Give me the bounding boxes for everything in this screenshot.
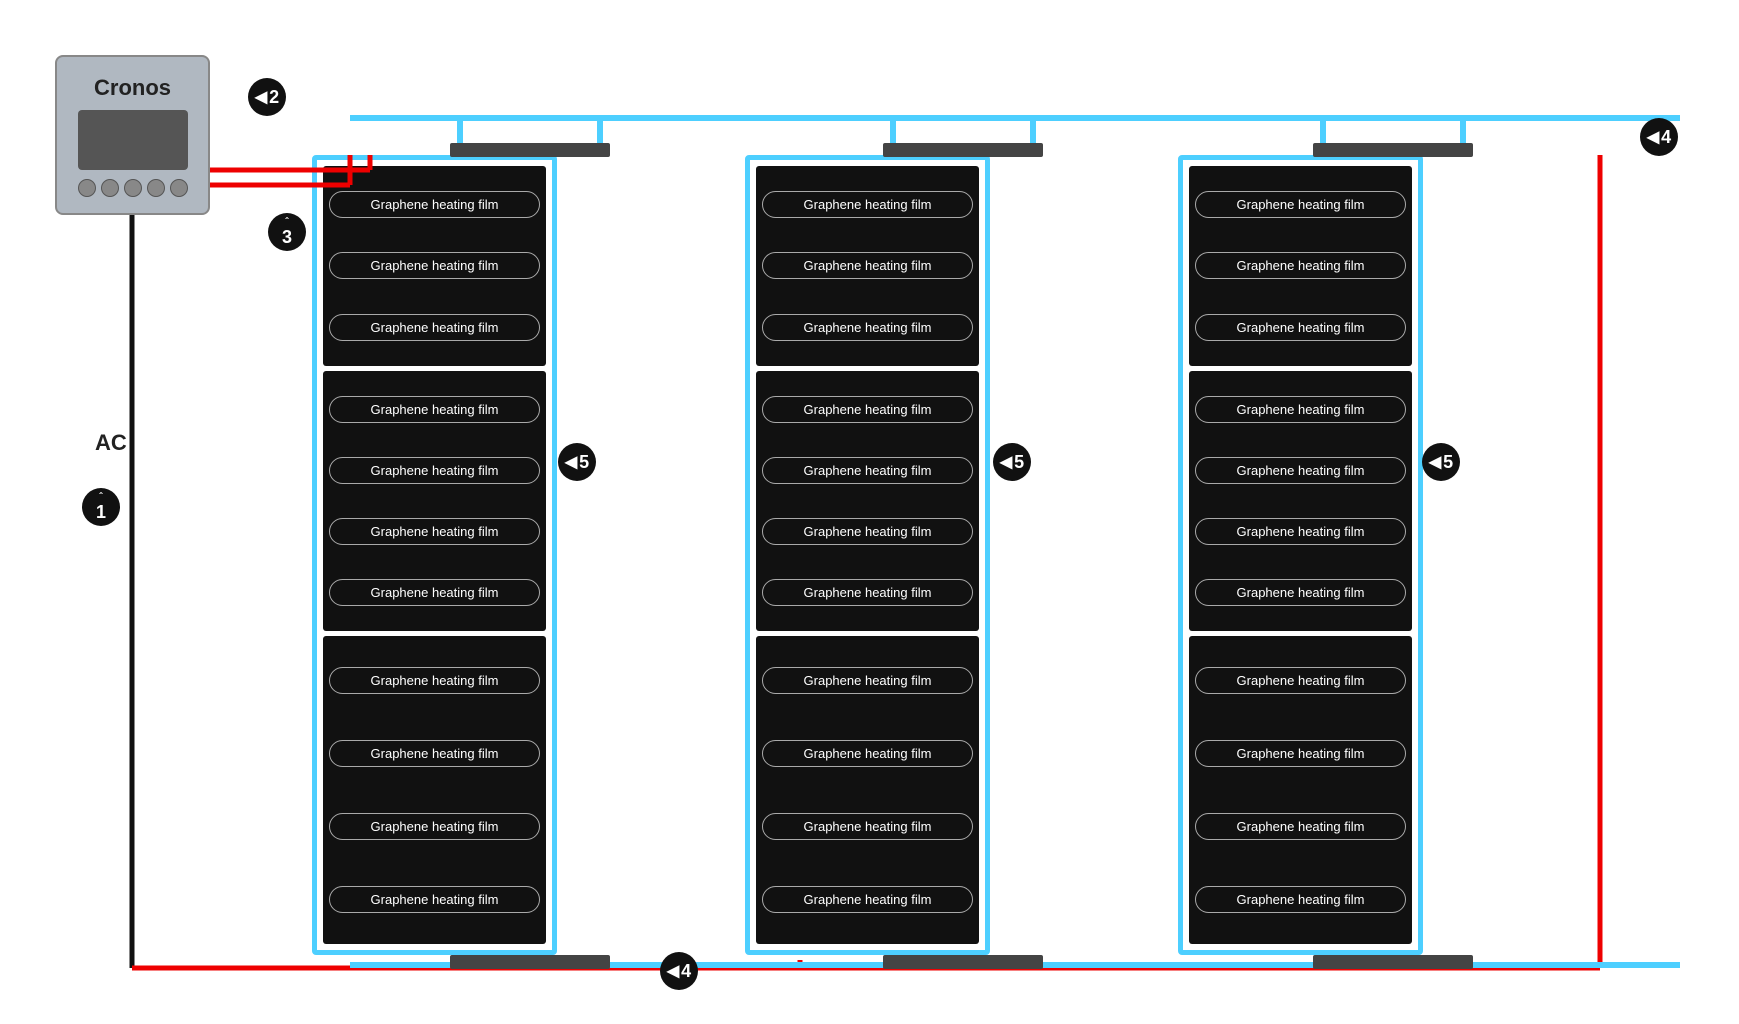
film-label: Graphene heating film bbox=[329, 314, 540, 341]
panel-col1-sec1: Graphene heating film Graphene heating f… bbox=[323, 166, 546, 366]
badge-3: ̂ 3 bbox=[268, 213, 306, 251]
badge-2: ◀ 2 bbox=[248, 78, 286, 116]
ac-label: AC bbox=[95, 430, 127, 456]
film-label: Graphene heating film bbox=[1195, 886, 1406, 913]
film-label: Graphene heating film bbox=[762, 252, 973, 279]
film-label: Graphene heating film bbox=[1195, 396, 1406, 423]
badge-5-col3: ◀ 5 bbox=[1422, 443, 1460, 481]
film-label: Graphene heating film bbox=[762, 518, 973, 545]
film-label: Graphene heating film bbox=[329, 457, 540, 484]
panel-column-2: Graphene heating film Graphene heating f… bbox=[745, 155, 990, 955]
film-label: Graphene heating film bbox=[329, 813, 540, 840]
cronos-controller: Cronos bbox=[55, 55, 210, 215]
panel-col1-sec3: Graphene heating film Graphene heating f… bbox=[323, 636, 546, 944]
film-label: Graphene heating film bbox=[329, 252, 540, 279]
film-label: Graphene heating film bbox=[762, 191, 973, 218]
film-label: Graphene heating film bbox=[329, 740, 540, 767]
film-label: Graphene heating film bbox=[762, 457, 973, 484]
cronos-btn-3 bbox=[124, 179, 142, 197]
film-label: Graphene heating film bbox=[329, 191, 540, 218]
badge-5-col2: ◀ 5 bbox=[993, 443, 1031, 481]
film-label: Graphene heating film bbox=[762, 813, 973, 840]
cronos-brand: Cronos bbox=[94, 75, 171, 101]
panel-col3-sec1: Graphene heating film Graphene heating f… bbox=[1189, 166, 1412, 366]
film-label: Graphene heating film bbox=[329, 886, 540, 913]
film-label: Graphene heating film bbox=[329, 518, 540, 545]
badge-1: ̂ 1 bbox=[82, 488, 120, 526]
film-label: Graphene heating film bbox=[762, 667, 973, 694]
panel-col3-sec2: Graphene heating film Graphene heating f… bbox=[1189, 371, 1412, 631]
diagram-container: Cronos AC ̂ 1 ◀ 2 ̂ 3 ◀ bbox=[0, 0, 1739, 1024]
film-label: Graphene heating film bbox=[1195, 740, 1406, 767]
panel-col1-sec2: Graphene heating film Graphene heating f… bbox=[323, 371, 546, 631]
film-label: Graphene heating film bbox=[762, 579, 973, 606]
panel-col2-sec3: Graphene heating film Graphene heating f… bbox=[756, 636, 979, 944]
film-label: Graphene heating film bbox=[762, 396, 973, 423]
film-label: Graphene heating film bbox=[762, 886, 973, 913]
film-label: Graphene heating film bbox=[1195, 191, 1406, 218]
cronos-btn-5 bbox=[170, 179, 188, 197]
panel-column-1: Graphene heating film Graphene heating f… bbox=[312, 155, 557, 955]
film-label: Graphene heating film bbox=[1195, 579, 1406, 606]
cronos-screen bbox=[78, 110, 188, 170]
cronos-btn-2 bbox=[101, 179, 119, 197]
panel-col2-sec1: Graphene heating film Graphene heating f… bbox=[756, 166, 979, 366]
film-label: Graphene heating film bbox=[1195, 314, 1406, 341]
film-label: Graphene heating film bbox=[1195, 667, 1406, 694]
panel-col2-sec2: Graphene heating film Graphene heating f… bbox=[756, 371, 979, 631]
badge-4-bottom: ◀ 4 bbox=[660, 952, 698, 990]
badge-5-col1: ◀ 5 bbox=[558, 443, 596, 481]
film-label: Graphene heating film bbox=[329, 396, 540, 423]
film-label: Graphene heating film bbox=[1195, 813, 1406, 840]
badge-4-top: ◀ 4 bbox=[1640, 118, 1678, 156]
film-label: Graphene heating film bbox=[329, 667, 540, 694]
panel-col3-sec3: Graphene heating film Graphene heating f… bbox=[1189, 636, 1412, 944]
cronos-buttons bbox=[78, 179, 188, 197]
panel-column-3: Graphene heating film Graphene heating f… bbox=[1178, 155, 1423, 955]
film-label: Graphene heating film bbox=[1195, 457, 1406, 484]
film-label: Graphene heating film bbox=[1195, 252, 1406, 279]
film-label: Graphene heating film bbox=[1195, 518, 1406, 545]
film-label: Graphene heating film bbox=[762, 740, 973, 767]
cronos-btn-4 bbox=[147, 179, 165, 197]
film-label: Graphene heating film bbox=[329, 579, 540, 606]
cronos-btn-1 bbox=[78, 179, 96, 197]
film-label: Graphene heating film bbox=[762, 314, 973, 341]
